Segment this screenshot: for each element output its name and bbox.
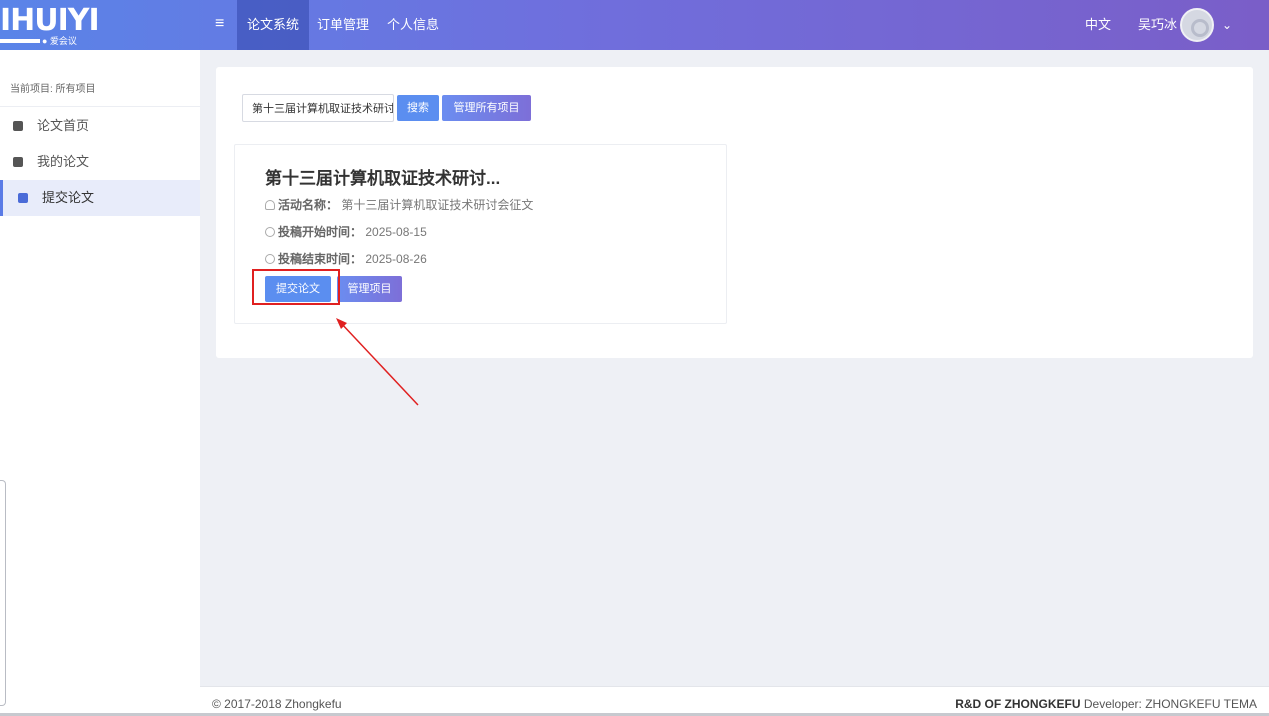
copyright: © 2017-2018 Zhongkefu [212, 697, 342, 711]
sidebar-item-my-papers[interactable]: 我的论文 [0, 144, 200, 180]
sidebar-item-submit-paper[interactable]: 提交论文 [0, 180, 200, 216]
document-icon [13, 157, 23, 167]
document-icon [18, 193, 28, 203]
sidebar-item-paper-home[interactable]: 论文首页 [0, 108, 200, 144]
sidebar-item-label: 我的论文 [37, 154, 90, 169]
document-icon [13, 121, 23, 131]
sidebar-divider [0, 106, 200, 107]
menu-toggle-icon[interactable]: ≡ [215, 14, 229, 34]
manage-all-projects-button[interactable]: 管理所有项目 [442, 95, 531, 121]
top-navbar: IHUIYI ● 爱会议 ≡ 论文系统 订单管理 个人信息 中文 吴巧冰 ⌄ [0, 0, 1269, 50]
language-switch[interactable]: 中文 [1085, 0, 1111, 50]
footer: © 2017-2018 Zhongkefu R&D OF ZHONGKEFU D… [200, 686, 1269, 716]
logo-subtitle: ● 爱会议 [42, 36, 77, 46]
search-input[interactable] [242, 94, 394, 122]
sidebar-item-label: 论文首页 [37, 118, 90, 133]
start-time-row: 投稿开始时间： 2025-08-15 [265, 223, 427, 240]
info-icon [265, 227, 275, 237]
logo[interactable]: IHUIYI ● 爱会议 [0, 2, 100, 48]
search-button[interactable]: 搜索 [397, 95, 439, 121]
project-title: 第十三届计算机取证技术研讨... [265, 169, 501, 188]
main-panel: 搜索 管理所有项目 第十三届计算机取证技术研讨... 活动名称： 第十三届计算机… [216, 67, 1253, 358]
user-name[interactable]: 吴巧冰 [1138, 0, 1177, 50]
avatar[interactable] [1180, 8, 1214, 42]
highlight-box [252, 269, 340, 305]
activity-name-row: 活动名称： 第十三届计算机取证技术研讨会征文 [265, 196, 533, 213]
developer-credit: R&D OF ZHONGKEFU Developer: ZHONGKEFU TE… [955, 697, 1257, 711]
end-time-row: 投稿结束时间： 2025-08-26 [265, 250, 427, 267]
current-project-breadcrumb: 当前项目: 所有项目 [10, 84, 96, 95]
sidebar-item-label: 提交论文 [42, 190, 95, 205]
nav-paper-system[interactable]: 论文系统 [237, 0, 310, 50]
side-scroll-handle[interactable] [0, 480, 6, 706]
person-icon [265, 200, 275, 210]
manage-project-button[interactable]: 管理项目 [337, 276, 402, 302]
chevron-down-icon[interactable]: ⌄ [1222, 15, 1236, 35]
nav-order-management[interactable]: 订单管理 [307, 0, 379, 50]
info-icon [265, 254, 275, 264]
logo-underline [0, 39, 40, 43]
nav-personal-info[interactable]: 个人信息 [377, 0, 449, 50]
sidebar: 当前项目: 所有项目 论文首页 我的论文 提交论文 [0, 50, 200, 716]
